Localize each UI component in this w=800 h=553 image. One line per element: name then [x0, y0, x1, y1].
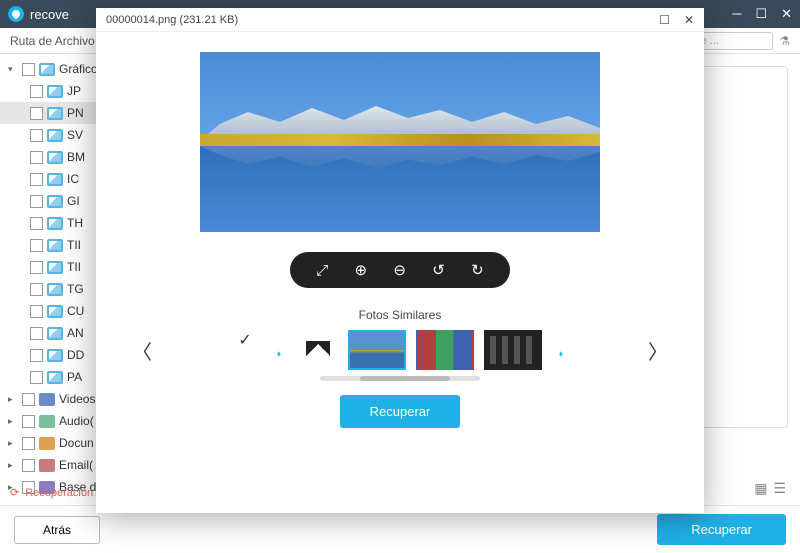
thumb-logo[interactable] — [298, 330, 338, 370]
prev-thumbnail-icon[interactable]: 〈 — [126, 336, 158, 365]
document-folder-icon — [39, 437, 55, 450]
preview-image — [200, 52, 600, 232]
checkbox[interactable] — [22, 437, 35, 450]
checkbox[interactable] — [30, 85, 43, 98]
zoom-in-icon[interactable]: ⊕ — [355, 261, 368, 279]
app-title: recove — [30, 7, 69, 22]
modal-maximize-icon[interactable]: ☐ — [659, 13, 670, 27]
folder-icon — [47, 283, 63, 296]
folder-icon — [47, 305, 63, 318]
thumbnail-active[interactable] — [348, 330, 406, 370]
folder-icon — [47, 239, 63, 252]
modal-recover-button[interactable]: Recuperar — [340, 395, 461, 428]
checkbox[interactable] — [30, 195, 43, 208]
checkbox[interactable] — [30, 217, 43, 230]
folder-icon — [47, 151, 63, 164]
fullscreen-exit-icon[interactable]: ⤢ — [316, 262, 328, 279]
window-maximize-icon[interactable]: ☐ — [755, 6, 767, 22]
thumbnail[interactable] — [484, 330, 542, 370]
thumbnail-row: 〈 ✓ ⬪ ⬪ 〉 — [96, 330, 704, 370]
back-button[interactable]: Atrás — [14, 516, 100, 544]
folder-icon — [47, 261, 63, 274]
preview-toolbar: ⤢ ⊕ ⊖ ↺ ↻ — [290, 252, 510, 288]
window-minimize-icon[interactable]: ─ — [732, 6, 741, 22]
checkbox[interactable] — [22, 459, 35, 472]
next-thumbnail-icon[interactable]: 〉 — [642, 336, 674, 365]
thumbnail-scrollbar[interactable] — [320, 376, 480, 381]
checkbox[interactable] — [30, 349, 43, 362]
email-folder-icon — [39, 459, 55, 472]
audio-folder-icon — [39, 415, 55, 428]
caret-right-icon: ▸ — [8, 394, 18, 405]
modal-titlebar: 00000014.png (231.21 KB) ☐ ✕ — [96, 8, 704, 32]
window-close-icon[interactable]: ✕ — [781, 6, 792, 22]
checkbox[interactable] — [30, 173, 43, 186]
caret-down-icon: ▾ — [8, 64, 18, 75]
checkbox[interactable] — [30, 129, 43, 142]
similar-photos-title: Fotos Similares — [359, 308, 442, 322]
checkbox[interactable] — [30, 239, 43, 252]
app-logo-icon — [8, 6, 24, 22]
advanced-recovery-icon: ⟳ — [10, 486, 19, 499]
checkbox[interactable] — [22, 393, 35, 406]
thumb-check-icon[interactable]: ✓ — [230, 330, 260, 370]
caret-right-icon: ▸ — [8, 438, 18, 449]
checkbox[interactable] — [30, 327, 43, 340]
view-mode-toggles: ▦ ☰ — [754, 480, 786, 497]
breadcrumb-label: Ruta de Archivo — [10, 34, 95, 48]
folder-icon — [47, 173, 63, 186]
list-view-icon[interactable]: ☰ — [773, 480, 786, 497]
video-folder-icon — [39, 393, 55, 406]
folder-icon — [47, 371, 63, 384]
checkbox[interactable] — [30, 107, 43, 120]
checkbox[interactable] — [30, 283, 43, 296]
rotate-left-icon[interactable]: ↺ — [432, 261, 445, 279]
caret-right-icon: ▸ — [8, 416, 18, 427]
folder-icon — [47, 217, 63, 230]
zoom-out-icon[interactable]: ⊖ — [393, 261, 406, 279]
checkbox[interactable] — [30, 261, 43, 274]
caret-right-icon: ▸ — [8, 460, 18, 471]
folder-icon — [47, 195, 63, 208]
modal-close-icon[interactable]: ✕ — [684, 13, 694, 27]
folder-icon — [47, 327, 63, 340]
filter-icon[interactable]: ⚗ — [779, 34, 790, 48]
folder-icon — [47, 107, 63, 120]
folder-icon — [47, 85, 63, 98]
thumbnail[interactable] — [416, 330, 474, 370]
thumb-marker-icon: ⬪ — [270, 345, 288, 355]
checkbox[interactable] — [30, 151, 43, 164]
checkbox[interactable] — [30, 371, 43, 384]
grid-view-icon[interactable]: ▦ — [754, 480, 767, 497]
checkbox[interactable] — [22, 415, 35, 428]
modal-title: 00000014.png (231.21 KB) — [106, 14, 238, 26]
preview-modal: 00000014.png (231.21 KB) ☐ ✕ ⤢ ⊕ ⊖ ↺ ↻ F… — [96, 8, 704, 513]
thumb-marker-icon: ⬪ — [552, 345, 570, 355]
rotate-right-icon[interactable]: ↻ — [471, 261, 484, 279]
checkbox[interactable] — [22, 63, 35, 76]
recover-button[interactable]: Recuperar — [657, 514, 786, 545]
folder-icon — [47, 349, 63, 362]
image-folder-icon — [39, 63, 55, 76]
checkbox[interactable] — [30, 305, 43, 318]
folder-icon — [47, 129, 63, 142]
